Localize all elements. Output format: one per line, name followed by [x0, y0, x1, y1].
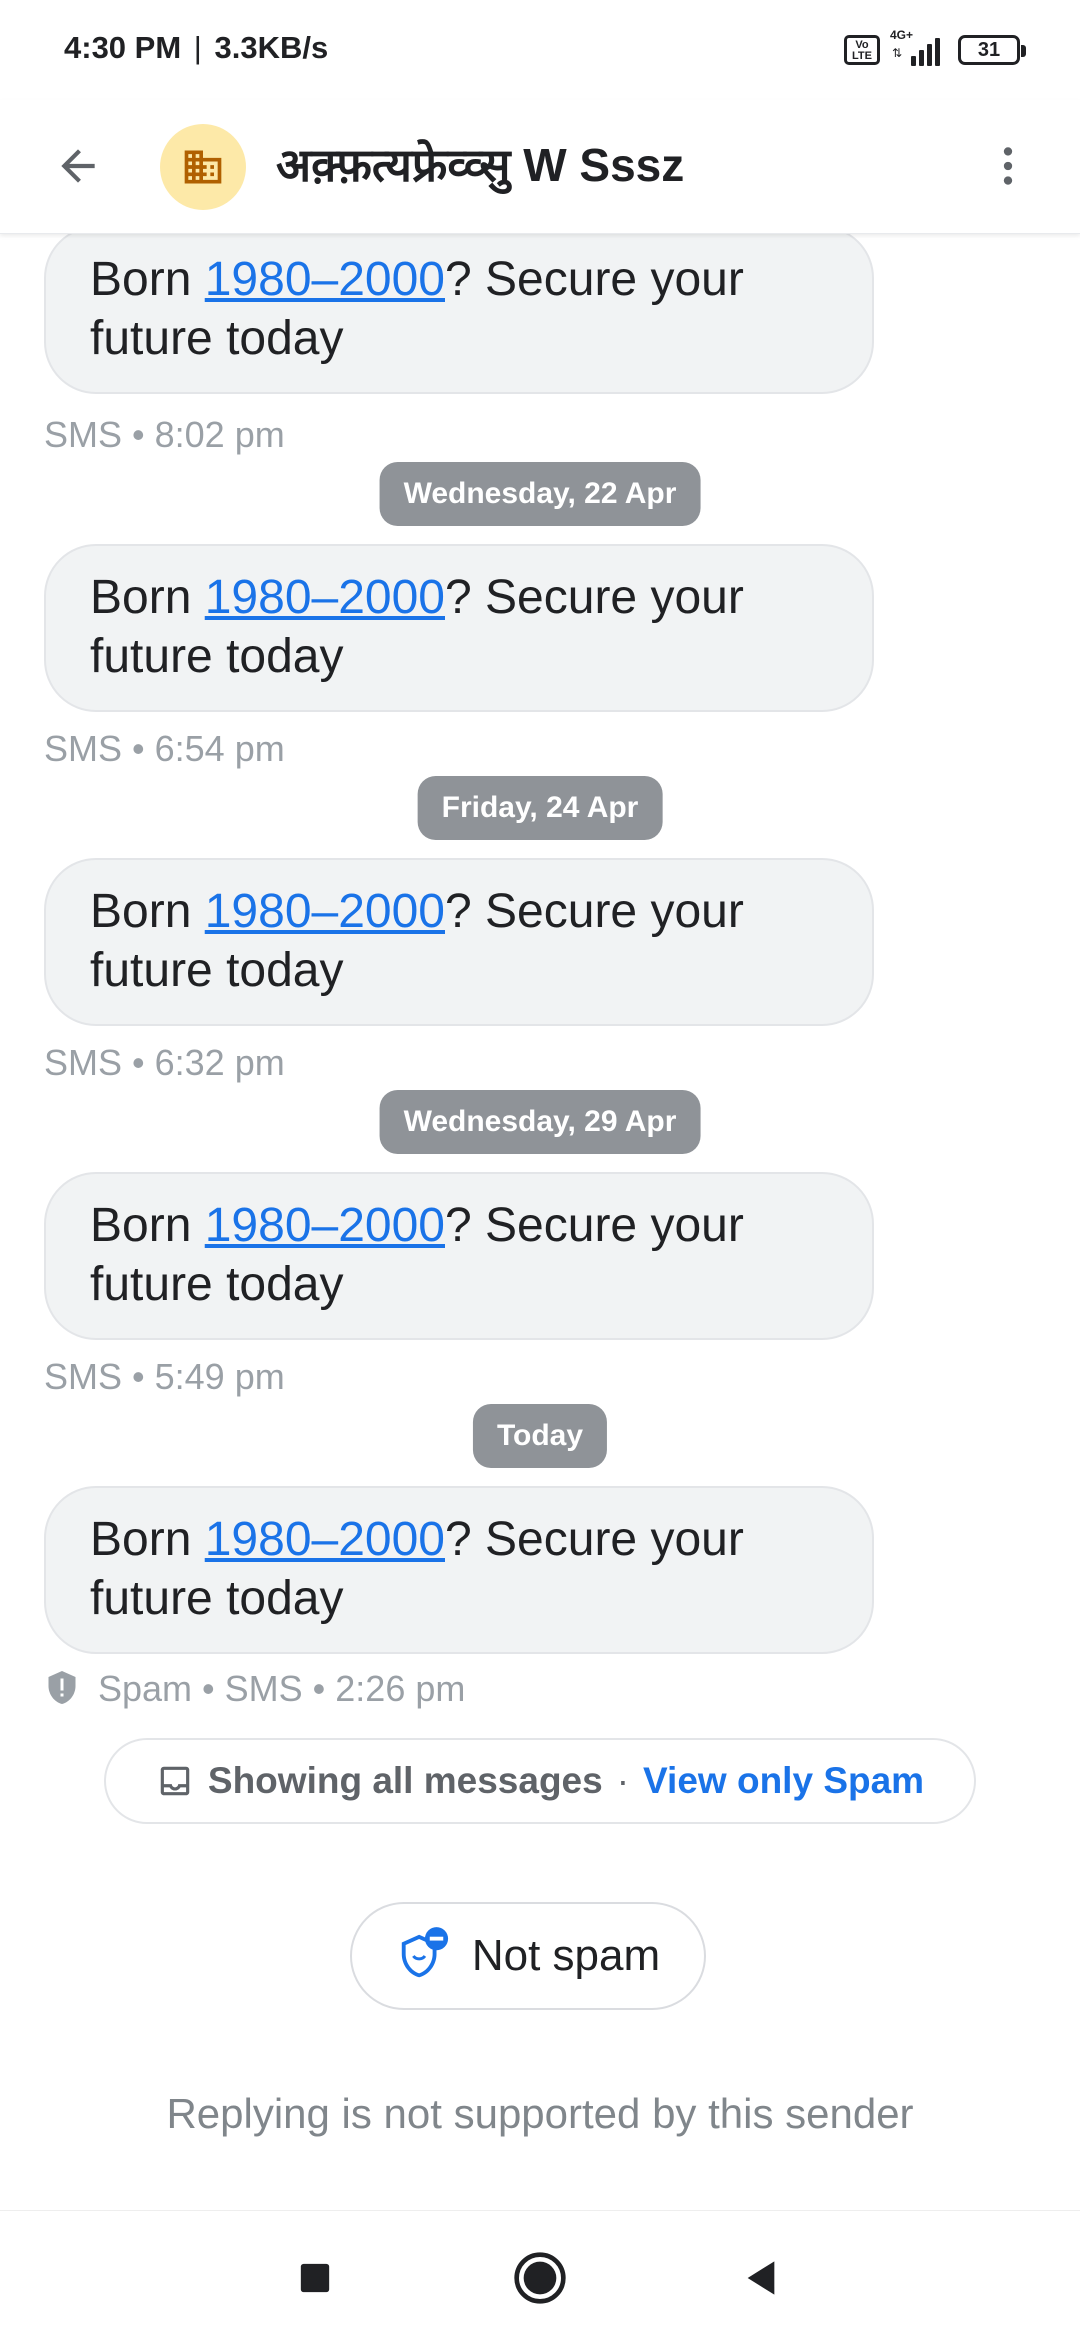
- message-meta: SMS • 8:02 pm: [44, 414, 285, 455]
- date-chip: Wednesday, 29 Apr: [379, 1090, 701, 1154]
- spam-message-meta: Spam • SMS • 2:26 pm: [44, 1668, 465, 1710]
- shield-remove-icon: [401, 1927, 448, 1978]
- not-spam-label: Not spam: [471, 1931, 661, 1980]
- back-button[interactable]: [40, 128, 116, 204]
- message-meta: SMS • 5:49 pm: [44, 1356, 285, 1397]
- message-bubble[interactable]: Born 1980–2000? Secure your future today: [44, 858, 874, 1026]
- more-vert-icon: [1003, 147, 1013, 185]
- filter-dot: ·: [616, 1760, 630, 1801]
- app-bar: अक़्फ़त्यफ्रेव्व्सु W Sssz: [0, 100, 1080, 234]
- message-filter-bar: Showing all messages · View only Spam: [104, 1738, 976, 1824]
- arrow-back-icon: [61, 149, 95, 183]
- signal-icon: 4G+ ⇅: [890, 28, 948, 66]
- battery-icon: 31: [958, 35, 1026, 65]
- message-link[interactable]: 1980–2000: [205, 1513, 445, 1566]
- data-arrows-icon: ⇅: [892, 46, 903, 60]
- signal-bar: [919, 50, 924, 66]
- message-bubble[interactable]: Born 1980–2000? Secure your future today: [44, 544, 874, 712]
- filter-label: Showing all messages: [207, 1760, 603, 1801]
- system-nav-bar: [0, 2210, 1080, 2340]
- spam-shield-icon: [48, 1671, 76, 1704]
- view-only-spam-link[interactable]: View only Spam: [643, 1760, 924, 1802]
- not-spam-button[interactable]: Not spam: [350, 1902, 706, 2010]
- message-bubble[interactable]: Born 1980–2000? Secure your future today: [44, 234, 874, 394]
- status-time: 4:30 PM: [64, 30, 182, 65]
- message-bubble[interactable]: Born 1980–2000? Secure your future today: [44, 1486, 874, 1654]
- avatar[interactable]: [160, 124, 246, 210]
- battery-level: 31: [977, 39, 1001, 61]
- network-type: 4G+: [890, 28, 914, 42]
- message-text: Born: [90, 1513, 205, 1566]
- message-meta: SMS • 6:54 pm: [44, 728, 285, 769]
- status-speed: 3.3KB/s: [214, 30, 329, 65]
- volte-icon: Vo LTE: [844, 35, 880, 65]
- status-bar: 4:30 PM | 3.3KB/s Vo LTE 4G+ ⇅ 31: [0, 0, 1080, 100]
- recents-button[interactable]: [270, 2233, 360, 2323]
- message-text: Born: [90, 1199, 205, 1252]
- message-text: Born: [90, 253, 205, 306]
- signal-bar: [927, 44, 932, 66]
- message-bubble[interactable]: Born 1980–2000? Secure your future today: [44, 1172, 874, 1340]
- more-options-button[interactable]: [970, 128, 1046, 204]
- signal-bar: [935, 38, 940, 66]
- message-link[interactable]: 1980–2000: [205, 1199, 445, 1252]
- message-meta: Spam • SMS • 2:26 pm: [98, 1668, 466, 1709]
- home-button[interactable]: [495, 2233, 585, 2323]
- date-chip: Wednesday, 22 Apr: [379, 462, 701, 526]
- message-text: Born: [90, 571, 205, 624]
- business-icon: [184, 150, 222, 184]
- status-time-speed: 4:30 PM | 3.3KB/s: [64, 30, 328, 66]
- message-link[interactable]: 1980–2000: [205, 253, 445, 306]
- conversation-title[interactable]: अक़्फ़त्यफ्रेव्व्सु W Sssz: [276, 130, 684, 200]
- square-icon: [300, 2263, 330, 2293]
- message-link[interactable]: 1980–2000: [205, 571, 445, 624]
- message-text: Born: [90, 885, 205, 938]
- date-chip: Friday, 24 Apr: [417, 776, 663, 840]
- back-nav-button[interactable]: [716, 2233, 806, 2323]
- date-chip: Today: [472, 1404, 608, 1468]
- inbox-icon: [160, 1766, 190, 1796]
- triangle-back-icon: [747, 2261, 775, 2295]
- message-meta: SMS • 6:32 pm: [44, 1042, 285, 1083]
- reply-unsupported-note: Replying is not supported by this sender: [166, 2090, 914, 2137]
- message-link[interactable]: 1980–2000: [205, 885, 445, 938]
- circle-icon: [514, 2252, 566, 2304]
- signal-bar: [911, 56, 916, 66]
- status-separator: |: [193, 30, 202, 65]
- volte-bottom: LTE: [852, 50, 872, 62]
- status-icons: Vo LTE 4G+ ⇅ 31: [844, 28, 1026, 70]
